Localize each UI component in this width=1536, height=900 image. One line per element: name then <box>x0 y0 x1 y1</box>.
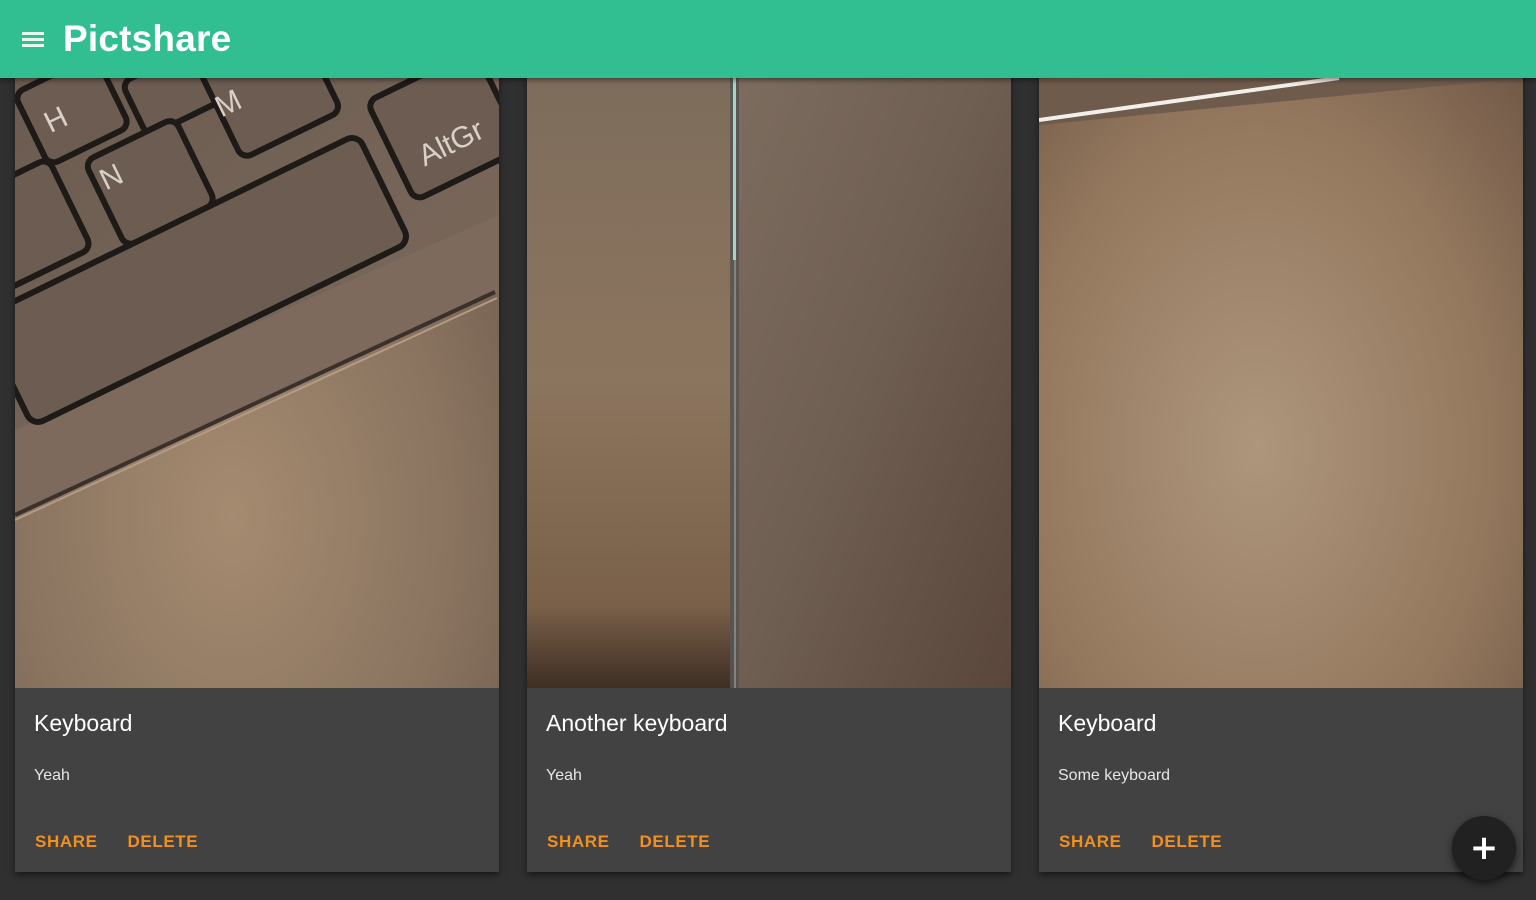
card-title: Keyboard <box>1058 710 1157 736</box>
add-icon: + <box>1469 828 1499 868</box>
picture-card: Keyboard Some keyboard SHARE DELETE <box>1039 0 1523 872</box>
card-description: Yeah <box>34 767 70 784</box>
card-title: Another keyboard <box>546 710 728 736</box>
picture-card: H N M AltGr Keyboard Yeah SHARE DELETE <box>15 0 499 872</box>
delete-button[interactable]: DELETE <box>1144 826 1231 858</box>
share-button[interactable]: SHARE <box>27 826 106 858</box>
hamburger-menu-icon[interactable] <box>22 29 46 49</box>
card-title: Keyboard <box>34 710 133 736</box>
app-bar: Pictshare <box>0 0 1536 78</box>
app-title: Pictshare <box>63 18 232 59</box>
card-image[interactable] <box>1039 0 1523 688</box>
card-actions: SHARE DELETE <box>27 826 220 858</box>
delete-button[interactable]: DELETE <box>632 826 719 858</box>
card-actions: SHARE DELETE <box>1051 826 1244 858</box>
add-button[interactable]: + <box>1452 816 1516 880</box>
delete-button[interactable]: DELETE <box>120 826 207 858</box>
share-button[interactable]: SHARE <box>539 826 618 858</box>
card-actions: SHARE DELETE <box>539 826 732 858</box>
share-button[interactable]: SHARE <box>1051 826 1130 858</box>
card-image[interactable]: H N M AltGr <box>15 0 499 688</box>
card-image[interactable] <box>527 0 1011 688</box>
picture-card: Another keyboard Yeah SHARE DELETE <box>527 0 1011 872</box>
card-description: Some keyboard <box>1058 767 1171 784</box>
card-description: Yeah <box>546 767 582 784</box>
